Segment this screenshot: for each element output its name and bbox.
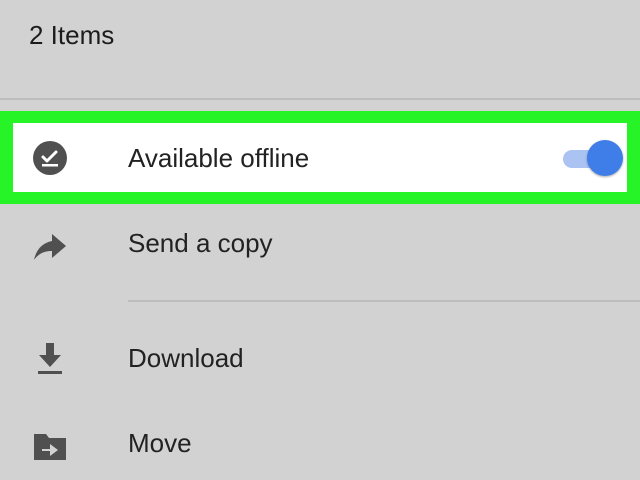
menu-item-send-copy[interactable]: Send a copy [0, 215, 640, 275]
move-folder-icon [32, 428, 68, 464]
offline-check-icon [32, 140, 68, 176]
menu-item-label: Send a copy [128, 228, 273, 258]
menu-item-available-offline[interactable]: Available offline [13, 123, 627, 192]
download-icon [32, 339, 68, 375]
toggle-thumb[interactable] [587, 140, 623, 176]
items-count-title: 2 Items [29, 20, 115, 50]
menu-item-download[interactable]: Download [0, 330, 640, 390]
share-arrow-icon [32, 228, 68, 264]
header-divider [0, 98, 640, 100]
menu-item-move[interactable]: Move [0, 415, 640, 475]
available-offline-toggle[interactable] [561, 138, 625, 178]
menu-item-label: Available offline [128, 143, 310, 173]
menu-divider [128, 300, 640, 302]
sheet-header: 2 Items [0, 0, 640, 98]
menu-item-label: Move [128, 428, 192, 458]
menu-item-label: Download [128, 343, 244, 373]
